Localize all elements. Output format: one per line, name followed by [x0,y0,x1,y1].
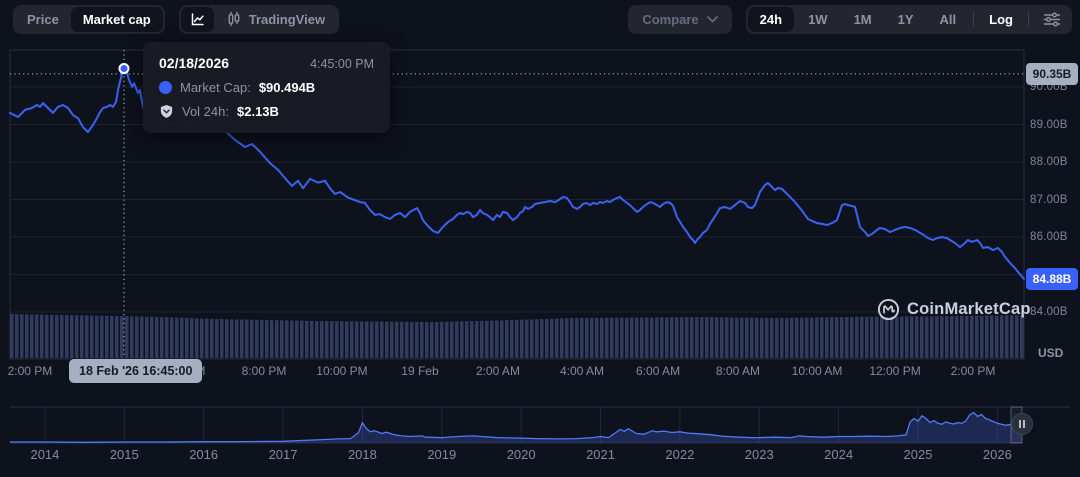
chart-type-toggle: TradingView [179,5,339,34]
tooltip-vol-value: $2.13B [237,104,279,119]
tooltip-marketcap-label: Market Cap: [180,80,251,95]
tooltip-marketcap-value: $90.494B [259,80,315,95]
market-cap-series-icon [159,81,172,94]
separator [973,12,974,26]
coinmarketcap-chart-widget: Price Market cap TradingView Compare [0,0,1080,477]
range-1y[interactable]: 1Y [886,7,926,32]
chart-toolbar: Price Market cap TradingView Compare [0,0,1080,38]
sliders-icon [1043,12,1061,27]
compare-button[interactable]: Compare [628,5,731,34]
range-1w[interactable]: 1W [796,7,840,32]
coinmarketcap-watermark: CoinMarketCap [877,298,1031,321]
volume-shield-icon [159,104,174,119]
tab-market-cap[interactable]: Market cap [71,7,163,32]
crosshair-value-badge: 90.35B [1026,63,1078,85]
price-marketcap-toggle: Price Market cap [13,5,165,34]
range-selector: 24h 1W 1M 1Y All Log [746,5,1072,34]
tradingview-label: TradingView [249,12,325,27]
tooltip-date: 02/18/2026 [159,55,229,71]
range-24h[interactable]: 24h [748,7,794,32]
range-all[interactable]: All [928,7,969,32]
range-1m[interactable]: 1M [842,7,884,32]
tradingview-button[interactable]: TradingView [214,7,337,32]
chevron-down-icon [707,16,718,23]
last-value-badge: 84.88B [1026,268,1078,290]
log-toggle[interactable]: Log [979,7,1023,32]
tooltip-vol-label: Vol 24h: [182,104,229,119]
tooltip-time: 4:45:00 PM [310,57,374,71]
navigator-resize-handle[interactable] [1011,413,1033,435]
coinmarketcap-logo-icon [877,298,900,321]
chart-tooltip: 02/18/2026 4:45:00 PM Market Cap: $90.49… [143,42,390,133]
tab-price[interactable]: Price [15,7,71,32]
separator [1028,12,1029,26]
crosshair-time-badge: 18 Feb '26 16:45:00 [69,359,202,383]
chart-settings-button[interactable] [1034,7,1070,32]
candlestick-icon [226,11,242,27]
line-chart-button[interactable] [181,7,214,32]
line-chart-icon [190,12,205,27]
